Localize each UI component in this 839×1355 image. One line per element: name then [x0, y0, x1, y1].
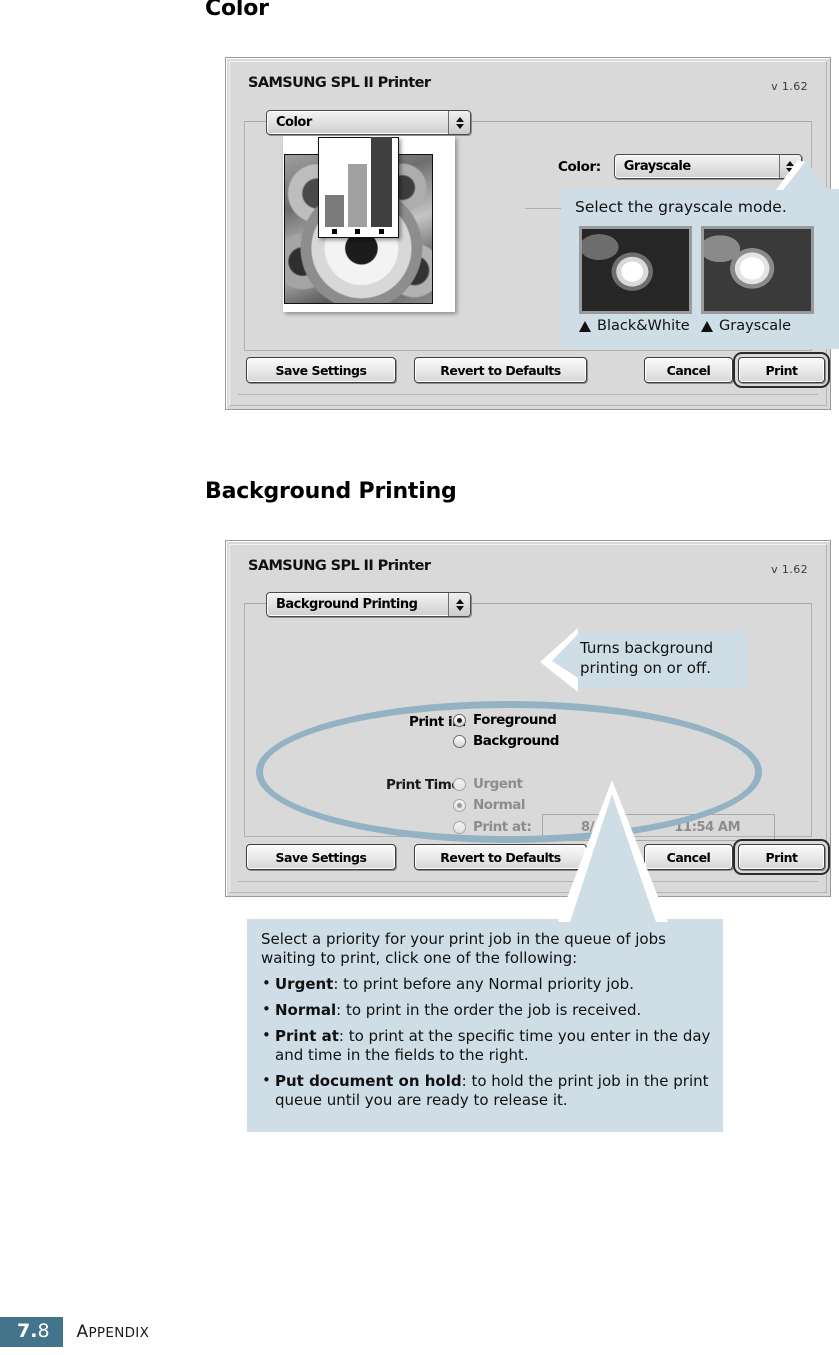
- callout-priority-bullet: Urgent: to print before any Normal prior…: [261, 974, 711, 994]
- caret-up-icon: [579, 320, 591, 332]
- radio-label: Foreground: [473, 712, 557, 728]
- print-button[interactable]: Print: [738, 357, 825, 383]
- radio-dot-icon: [453, 777, 466, 791]
- thumbnail-caption: Black&White: [579, 318, 692, 334]
- callout-priority-body: Select a priority for your print job in …: [261, 930, 711, 1112]
- footer-section-initial: A: [76, 1322, 89, 1342]
- page-title-background-printing: Background Printing: [205, 479, 457, 504]
- thumbnail-black-and-white: Black&White: [579, 226, 692, 334]
- color-mode-value: Grayscale: [623, 159, 691, 174]
- save-settings-button[interactable]: Save Settings: [246, 357, 396, 383]
- radio-dot-icon: [453, 820, 466, 834]
- thumbnail-caption-label: Black&White: [597, 318, 690, 334]
- page-number-major: 7.: [17, 1320, 38, 1342]
- panel-selector-label: Background Printing: [276, 597, 418, 612]
- callout-grayscale-mode: Select the grayscale mode. Black&White G…: [561, 189, 839, 349]
- dialog-button-row: Save Settings Revert to Defaults Cancel …: [226, 357, 830, 385]
- radio-label: Urgent: [473, 776, 523, 792]
- thumbnail-caption-label: Grayscale: [719, 318, 792, 334]
- callout-tail-grayscale: [776, 160, 828, 190]
- bullet-desc: : to print before any Normal priority jo…: [333, 975, 634, 994]
- callout-tail-background-toggle: [540, 628, 578, 692]
- dialog-version-label: v 1.62: [771, 80, 808, 93]
- radio-label: Normal: [473, 797, 526, 813]
- radio-dot-icon: [453, 798, 466, 812]
- bullet-desc: : to print in the order the job is recei…: [336, 1001, 642, 1020]
- updown-arrows-icon: [448, 111, 470, 134]
- callout-priority-bullet: Normal: to print in the order the job is…: [261, 1000, 711, 1020]
- page-footer: 7.8 APPENDIX: [0, 1317, 149, 1347]
- callout-tail-priority: [558, 780, 668, 922]
- callout-priority-intro: Select a priority for your print job in …: [261, 930, 666, 968]
- radio-urgent[interactable]: Urgent: [453, 776, 523, 792]
- divider: [238, 394, 818, 395]
- preview-bar-chart-icon: [318, 137, 399, 238]
- callout-print-priority: Select a priority for your print job in …: [247, 919, 723, 1132]
- bullet-term: Put document on hold: [275, 1072, 462, 1091]
- panel-selector-label: Color: [276, 115, 312, 130]
- footer-section-rest: PPENDIX: [88, 1325, 150, 1341]
- dialog-version-label: v 1.62: [771, 563, 808, 576]
- bullet-term: Urgent: [275, 975, 334, 994]
- dialog-title: SAMSUNG SPL II Printer: [248, 75, 431, 91]
- print-button[interactable]: Print: [738, 844, 825, 870]
- revert-to-defaults-button[interactable]: Revert to Defaults: [414, 357, 587, 383]
- thumbnail-caption: Grayscale: [701, 318, 814, 334]
- sample-image-bw-icon: [579, 226, 692, 314]
- sample-image-grayscale-icon: [701, 226, 814, 314]
- print-preview: [283, 136, 455, 312]
- radio-label: Background: [473, 733, 559, 749]
- bullet-term: Normal: [275, 1001, 337, 1020]
- thumbnail-grayscale: Grayscale: [701, 226, 814, 334]
- page-number-minor: 8: [37, 1320, 50, 1342]
- updown-arrows-icon: [448, 593, 470, 616]
- radio-normal[interactable]: Normal: [453, 797, 526, 813]
- callout-background-toggle-text: Turns background printing on or off.: [580, 639, 714, 677]
- page-number-badge: 7.8: [0, 1317, 63, 1347]
- callout-grayscale-title: Select the grayscale mode.: [575, 198, 787, 216]
- callout-priority-bullet: Put document on hold: to hold the print …: [261, 1071, 711, 1110]
- print-at-time-value[interactable]: 11:54 AM: [674, 820, 740, 835]
- divider: [238, 881, 818, 882]
- printer-dialog-background-printing: SAMSUNG SPL II Printer v 1.62 Background…: [225, 540, 831, 897]
- callout-priority-bullet: Print at: to print at the specific time …: [261, 1026, 711, 1065]
- panel-selector-popup[interactable]: Color: [266, 110, 471, 135]
- radio-label: Print at:: [473, 819, 532, 835]
- bullet-desc: : to print at the specific time you ente…: [275, 1027, 711, 1065]
- bullet-term: Print at: [275, 1027, 339, 1046]
- radio-foreground[interactable]: Foreground: [453, 712, 557, 728]
- radio-dot-icon: [453, 713, 466, 727]
- footer-section-name: APPENDIX: [77, 1322, 150, 1342]
- caret-up-icon: [701, 320, 713, 332]
- radio-background[interactable]: Background: [453, 733, 559, 749]
- page-title-color: Color: [205, 0, 269, 21]
- dialog-title: SAMSUNG SPL II Printer: [248, 558, 431, 574]
- panel-selector-popup[interactable]: Background Printing: [266, 592, 471, 617]
- radio-dot-icon: [453, 734, 466, 748]
- callout-background-toggle: Turns background printing on or off.: [570, 632, 748, 688]
- save-settings-button[interactable]: Save Settings: [246, 844, 396, 870]
- color-field-label: Color:: [558, 158, 601, 175]
- dialog-button-row: Save Settings Revert to Defaults Cancel …: [226, 844, 830, 872]
- cancel-button[interactable]: Cancel: [644, 357, 733, 383]
- radio-print-at[interactable]: Print at:: [453, 819, 532, 835]
